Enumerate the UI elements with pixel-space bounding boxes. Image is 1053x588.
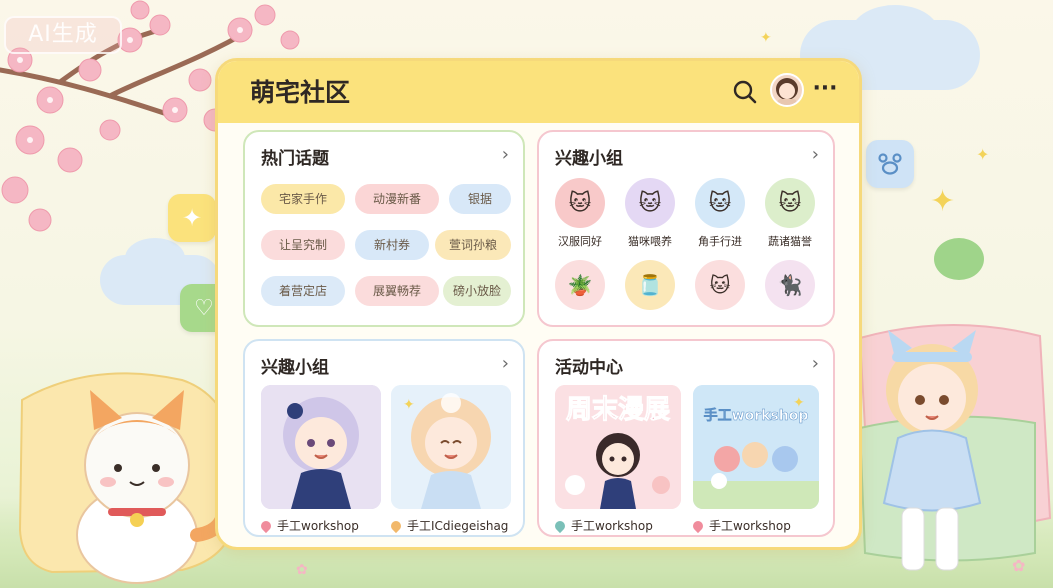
- topic-tag[interactable]: 让呈究制: [261, 230, 345, 260]
- sparkle-icon: ✦: [930, 184, 956, 219]
- more-options-icon[interactable]: ···: [812, 78, 838, 105]
- event-banner[interactable]: ✦ 手工workshop: [693, 385, 819, 509]
- chevron-right-icon[interactable]: ›: [502, 353, 509, 374]
- topic-tag[interactable]: 着营定店: [261, 276, 345, 306]
- group-icon-7[interactable]: 🐱: [695, 260, 745, 310]
- chevron-right-icon[interactable]: ›: [812, 144, 819, 165]
- group-icon-hanfu[interactable]: 🐱: [555, 178, 605, 228]
- panel-header: 萌宅社区 ···: [218, 61, 859, 123]
- paw-icon: [878, 153, 902, 175]
- event-banner-title: 手工workshop: [703, 408, 809, 425]
- event-label: 手工workshop: [690, 517, 791, 534]
- topic-tag[interactable]: 银据: [449, 184, 511, 214]
- search-icon[interactable]: [732, 79, 758, 105]
- app-title: 萌宅社区: [250, 78, 351, 107]
- gallery-thumbnail[interactable]: [261, 385, 381, 509]
- cat-icon: 🐱: [709, 273, 731, 297]
- sparkle-button[interactable]: ✦: [168, 194, 216, 242]
- group-label: 角手行进: [698, 235, 742, 248]
- plant-icon: 🪴: [567, 273, 593, 297]
- flower-decoration: ✿: [296, 562, 308, 578]
- cloud: [850, 5, 940, 65]
- events-card: 活动中心 › 周末漫展 手工workshop ✦ 手工workshop 手工wo…: [537, 339, 835, 537]
- cat-icon: 🐱: [568, 190, 592, 216]
- hot-topics-card: 热门话题 › 宅家手作 动漫新番 银据 让呈究制 新村券 萱词孙粮 着营定店 展…: [243, 130, 525, 327]
- chevron-right-icon[interactable]: ›: [812, 353, 819, 374]
- group-icon-5[interactable]: 🪴: [555, 260, 605, 310]
- clover-icon: [934, 238, 984, 280]
- location-pin-icon: [690, 518, 706, 534]
- group-label: 猫咪喂养: [628, 235, 672, 248]
- group-label: 蔬诸猫誉: [768, 235, 812, 248]
- location-pin-icon: [388, 518, 404, 534]
- group-icon-4[interactable]: 🐱: [765, 178, 815, 228]
- heart-icon: ♡: [194, 295, 214, 321]
- chevron-right-icon[interactable]: ›: [502, 144, 509, 165]
- interest-groups-gallery-title: 兴趣小组: [261, 358, 329, 378]
- cat-icon: 🐱: [708, 190, 732, 216]
- ai-generated-watermark: AI生成: [4, 16, 122, 54]
- group-icon-6[interactable]: 🫙: [625, 260, 675, 310]
- topic-tag[interactable]: 宅家手作: [261, 184, 345, 214]
- location-pin-icon: [552, 518, 568, 534]
- avatar[interactable]: [770, 73, 804, 107]
- topic-tag[interactable]: 磅小放脸: [443, 276, 511, 306]
- group-icon-8[interactable]: 🐈‍⬛: [765, 260, 815, 310]
- sparkle-icon: ✦: [976, 145, 990, 164]
- cat-on-cushion-illustration: [18, 372, 234, 584]
- cat-icon: 🐱: [638, 190, 662, 216]
- black-cat-icon: 🐈‍⬛: [777, 273, 803, 297]
- topic-tag[interactable]: 萱词孙粮: [435, 230, 511, 260]
- group-label: 汉服同好: [558, 235, 602, 248]
- location-pin-icon: [258, 518, 274, 534]
- cloud: [125, 238, 185, 278]
- sparkle-icon: ✦: [760, 30, 772, 46]
- interest-groups-title: 兴趣小组: [555, 149, 623, 169]
- flower-decoration: ✿: [1012, 556, 1026, 575]
- cat-icon: 🐱: [778, 190, 802, 216]
- topic-tag[interactable]: 展翼畅荐: [355, 276, 439, 306]
- interest-groups-gallery-card: 兴趣小组 › 手工workshop ✦ 手工ICdiegeishag: [243, 339, 525, 537]
- paw-button[interactable]: [866, 140, 914, 188]
- event-label: 手工workshop: [552, 517, 653, 534]
- girl-on-cushion-illustration: [858, 324, 1052, 571]
- topic-tag[interactable]: 动漫新番: [355, 184, 439, 214]
- group-icon-cats[interactable]: 🐱: [625, 178, 675, 228]
- sparkle-icon: ✦: [181, 204, 203, 232]
- group-icon-3[interactable]: 🐱: [695, 178, 745, 228]
- main-panel: 萌宅社区 ··· 热门话题 › 宅家手作 动漫新番 银据 让呈究制 新村券 萱词…: [215, 58, 862, 550]
- interest-groups-icons-card: 兴趣小组 › 🐱 汉服同好 🐱 猫咪喂养 🐱 角手行进 🐱 蔬诸猫誉 🪴 🫙 🐱…: [537, 130, 835, 327]
- svg-text:✦: ✦: [403, 397, 415, 413]
- hot-topics-title: 热门话题: [261, 149, 329, 169]
- topic-tag[interactable]: 新村券: [355, 230, 429, 260]
- jar-icon: 🫙: [637, 273, 663, 297]
- gallery-thumbnail[interactable]: ✦: [391, 385, 511, 509]
- events-title: 活动中心: [555, 358, 623, 378]
- event-banner[interactable]: 周末漫展: [555, 385, 681, 509]
- gallery-item-label: 手工workshop: [258, 517, 359, 534]
- gallery-item-label: 手工ICdiegeishag: [388, 517, 508, 534]
- event-banner-title: 周末漫展: [565, 395, 670, 426]
